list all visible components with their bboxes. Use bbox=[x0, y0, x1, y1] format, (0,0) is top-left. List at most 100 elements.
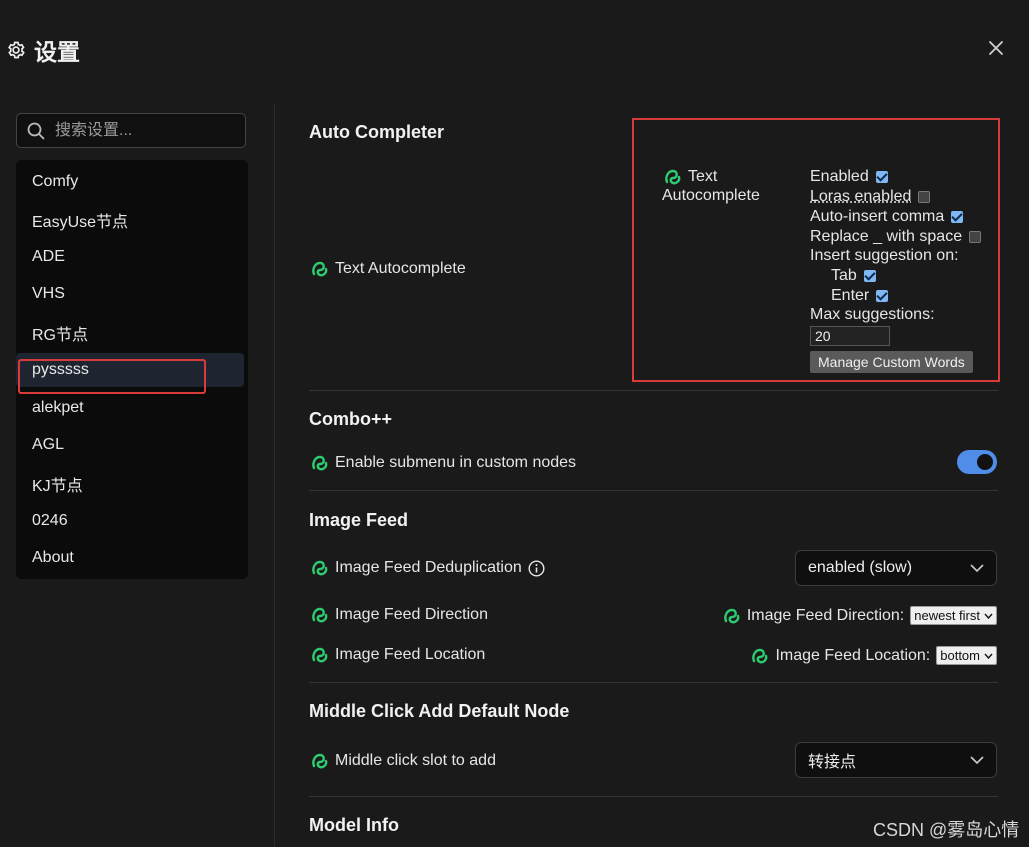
chevron-down-icon bbox=[970, 756, 984, 765]
pysssss-logo-icon bbox=[312, 647, 328, 663]
panel-title-text: Text bbox=[688, 168, 718, 185]
sidebar-item-0246[interactable]: 0246 bbox=[16, 504, 244, 538]
image-feed-dedup-select[interactable]: enabled (slow) bbox=[795, 550, 997, 586]
option-tab[interactable]: Tab bbox=[831, 267, 876, 285]
option-label: Enabled bbox=[810, 168, 869, 185]
search-input[interactable] bbox=[53, 120, 237, 141]
enter-checkbox[interactable] bbox=[876, 290, 889, 302]
close-icon[interactable] bbox=[985, 37, 1007, 59]
section-divider bbox=[309, 796, 998, 797]
autocomplete-panel: Text Autocomplete Enabled Loras enabled … bbox=[632, 118, 1000, 382]
image-feed-location-select[interactable]: bottom bbox=[936, 646, 997, 665]
sidebar-item-label: ADE bbox=[32, 248, 65, 265]
option-label: Replace _ with space bbox=[810, 228, 963, 245]
option-replace-underscore[interactable]: Replace _ with space bbox=[810, 228, 982, 246]
section-title-auto-completer: Auto Completer bbox=[309, 122, 444, 142]
selected-value: newest first bbox=[914, 608, 980, 623]
image-feed-location-inline: Image Feed Location: bottom bbox=[751, 646, 997, 665]
setting-middle-click-slot: Middle click slot to add bbox=[311, 752, 496, 770]
enabled-checkbox[interactable] bbox=[875, 171, 888, 183]
pysssss-logo-icon bbox=[312, 753, 328, 769]
search-icon bbox=[27, 122, 45, 139]
setting-text-autocomplete: Text Autocomplete bbox=[311, 260, 466, 278]
setting-label: Enable submenu in custom nodes bbox=[335, 454, 577, 471]
option-label: Tab bbox=[831, 267, 857, 284]
sidebar-item-kj[interactable]: KJ节点 bbox=[16, 467, 244, 501]
divider bbox=[274, 103, 275, 847]
option-loras-enabled[interactable]: Loras enabled bbox=[810, 188, 931, 206]
image-feed-direction-inline: Image Feed Direction: newest first bbox=[723, 606, 997, 625]
sidebar-item-label: AGL bbox=[32, 436, 65, 453]
selected-value: 转接点 bbox=[808, 754, 857, 771]
panel-title-line1: Text bbox=[664, 168, 717, 186]
insert-suggestion-label: Insert suggestion on: bbox=[810, 247, 959, 264]
setting-label: Middle click slot to add bbox=[335, 752, 496, 769]
sidebar-item-label: alekpet bbox=[32, 399, 84, 416]
highlight-box bbox=[18, 359, 206, 394]
option-enabled[interactable]: Enabled bbox=[810, 168, 888, 186]
loras-enabled-checkbox[interactable] bbox=[918, 191, 931, 203]
section-divider bbox=[309, 390, 998, 391]
sidebar-item-about[interactable]: About bbox=[16, 541, 244, 575]
sidebar-item-label: About bbox=[32, 549, 74, 566]
replace-underscore-checkbox[interactable] bbox=[969, 231, 982, 243]
sidebar-item-label: Comfy bbox=[32, 173, 79, 190]
option-label: Enter bbox=[831, 287, 870, 304]
sidebar-item-label: 0246 bbox=[32, 512, 68, 529]
settings-header: 设置 bbox=[6, 33, 80, 67]
sidebar-item-label: KJ节点 bbox=[32, 478, 83, 495]
setting-label: Text Autocomplete bbox=[335, 260, 466, 277]
inline-label: Image Feed Direction: bbox=[746, 606, 905, 624]
section-title-image-feed: Image Feed bbox=[309, 510, 409, 530]
pysssss-logo-icon bbox=[312, 261, 328, 277]
setting-image-feed-direction: Image Feed Direction bbox=[311, 606, 488, 624]
selected-value: bottom bbox=[940, 648, 980, 663]
sidebar-item-label: EasyUse节点 bbox=[32, 214, 129, 231]
section-title-model-info: Model Info bbox=[309, 815, 399, 835]
max-suggestions-label: Max suggestions: bbox=[810, 306, 935, 323]
sidebar-item-label: RG节点 bbox=[32, 327, 89, 344]
max-suggestions-input[interactable] bbox=[810, 326, 890, 346]
section-title-combo: Combo++ bbox=[309, 409, 393, 429]
sidebar-item-agl[interactable]: AGL bbox=[16, 428, 244, 462]
pysssss-logo-icon bbox=[312, 455, 328, 471]
sidebar-item-rg[interactable]: RG节点 bbox=[16, 316, 244, 350]
panel-title-line2: Autocomplete bbox=[662, 187, 760, 204]
pysssss-logo-icon bbox=[312, 560, 328, 576]
setting-image-feed-dedup: Image Feed Deduplication bbox=[311, 559, 545, 577]
setting-enable-submenu: Enable submenu in custom nodes bbox=[311, 454, 576, 472]
tab-checkbox[interactable] bbox=[863, 270, 876, 282]
option-label: Auto-insert comma bbox=[810, 208, 945, 225]
selected-value: enabled (slow) bbox=[808, 559, 913, 576]
manage-custom-words-button[interactable]: Manage Custom Words bbox=[810, 351, 973, 373]
enable-submenu-toggle[interactable] bbox=[957, 450, 997, 474]
search-box[interactable] bbox=[16, 113, 246, 148]
option-label: Loras enabled bbox=[810, 188, 912, 205]
pysssss-logo-icon bbox=[312, 607, 328, 623]
section-title-middle-click: Middle Click Add Default Node bbox=[309, 701, 570, 721]
option-enter[interactable]: Enter bbox=[831, 287, 889, 305]
sidebar-item-ade[interactable]: ADE bbox=[16, 240, 244, 274]
info-icon[interactable] bbox=[528, 559, 545, 577]
pysssss-logo-icon bbox=[724, 608, 740, 623]
chevron-down-icon bbox=[970, 564, 984, 573]
sidebar-item-label: VHS bbox=[32, 285, 65, 302]
option-auto-insert-comma[interactable]: Auto-insert comma bbox=[810, 208, 964, 226]
auto-insert-comma-checkbox[interactable] bbox=[951, 211, 964, 223]
setting-label: Image Feed Direction bbox=[335, 606, 488, 623]
toggle-knob bbox=[977, 454, 993, 470]
pysssss-logo-icon bbox=[752, 648, 768, 663]
page-title: 设置 bbox=[34, 39, 80, 65]
middle-click-select[interactable]: 转接点 bbox=[795, 742, 997, 778]
pysssss-logo-icon bbox=[665, 169, 681, 185]
sidebar-item-alekpet[interactable]: alekpet bbox=[16, 391, 244, 425]
sidebar-item-easyuse[interactable]: EasyUse节点 bbox=[16, 203, 244, 237]
sidebar-item-vhs[interactable]: VHS bbox=[16, 277, 244, 311]
setting-label: Image Feed Location bbox=[335, 646, 486, 663]
image-feed-direction-select[interactable]: newest first bbox=[910, 606, 997, 625]
section-divider bbox=[309, 490, 998, 491]
watermark-text: CSDN @雾岛心情 bbox=[873, 820, 1020, 840]
setting-image-feed-location: Image Feed Location bbox=[311, 646, 485, 664]
sidebar-item-comfy[interactable]: Comfy bbox=[16, 165, 244, 199]
chevron-down-icon bbox=[984, 653, 993, 659]
